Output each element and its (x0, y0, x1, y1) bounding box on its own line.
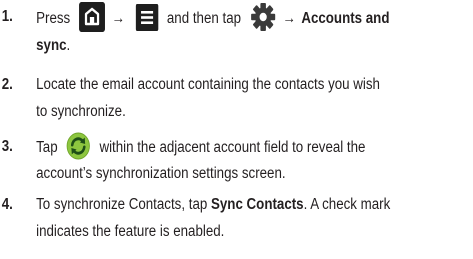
accounts-and-sync-label: Accounts and (301, 10, 390, 28)
sync-icon (66, 132, 91, 160)
step-1-line-1: Press → and then tap → Accounts and (36, 2, 466, 34)
settings-gear-icon (250, 2, 276, 32)
sync-contacts-label: Sync Contacts (210, 196, 304, 213)
step-text: To synchronize Contacts, tap (36, 196, 208, 213)
step-text: within the adjacent account field to rev… (99, 139, 366, 157)
step-1-line-2: sync. (36, 33, 466, 59)
instruction-page: 1. Press → and then tap → Accounts and s… (0, 0, 473, 259)
step-text: and then tap (166, 10, 242, 28)
step-3-line-2: account’s synchronization settings scree… (36, 165, 286, 182)
home-icon (79, 2, 105, 32)
step-number: 3. (1, 138, 13, 155)
step-text: Press (36, 10, 71, 28)
step-4-line-2: indicates the feature is enabled. (36, 223, 225, 240)
step-3-line-1: Tap within the adjacent account field to… (36, 132, 466, 162)
step-2-line-2: to synchronize. (36, 103, 126, 120)
step-4-line-1: To synchronize Contacts, tap Sync Contac… (36, 192, 466, 218)
arrow: → (282, 10, 296, 28)
arrow: → (111, 10, 126, 28)
step-number: 4. (1, 196, 13, 213)
step-text: . (66, 37, 71, 54)
menu-icon (135, 3, 159, 31)
step-text: . A check mark (303, 196, 391, 213)
accounts-and-sync-label-cont: sync (36, 37, 67, 54)
step-text: Tap (36, 139, 58, 157)
step-2-line-1: Locate the email account containing the … (36, 76, 380, 93)
step-number: 2. (1, 76, 13, 93)
step-number: 1. (1, 8, 13, 25)
